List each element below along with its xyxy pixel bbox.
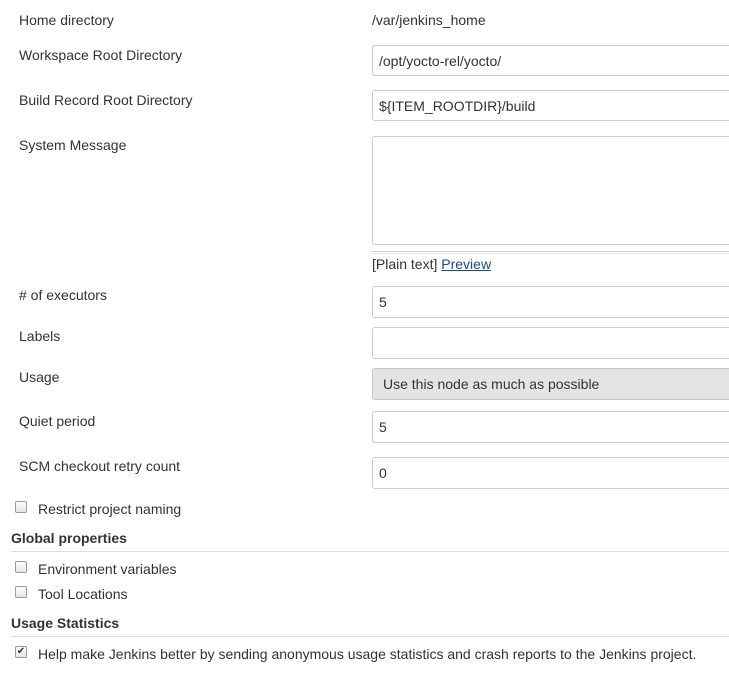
executors-input[interactable] — [372, 286, 729, 318]
environment-variables-label: Environment variables — [38, 561, 177, 577]
labels-label: Labels — [19, 328, 61, 344]
usage-statistics-checkbox[interactable]: ✔ — [15, 646, 27, 658]
build-record-root-label: Build Record Root Directory — [19, 92, 193, 108]
tool-locations-label: Tool Locations — [38, 586, 128, 602]
home-directory-value: /var/jenkins_home — [372, 12, 486, 28]
scm-retry-label: SCM checkout retry count — [19, 458, 181, 474]
workspace-root-label: Workspace Root Directory — [19, 47, 183, 63]
build-record-root-input[interactable] — [372, 90, 729, 121]
checkmark-icon: ✔ — [16, 646, 26, 657]
home-directory-label: Home directory — [19, 12, 114, 28]
workspace-root-input[interactable] — [372, 45, 729, 76]
environment-variables-checkbox[interactable] — [15, 561, 27, 573]
global-properties-divider — [11, 551, 729, 552]
usage-statistics-label: Help make Jenkins better by sending anon… — [38, 646, 697, 662]
system-message-label: System Message — [19, 137, 127, 153]
scm-retry-input[interactable] — [372, 457, 729, 489]
usage-selected-value: Use this node as much as possible — [383, 376, 600, 392]
quiet-period-label: Quiet period — [19, 413, 96, 429]
quiet-period-input[interactable] — [372, 411, 729, 443]
usage-label: Usage — [19, 369, 60, 385]
usage-select[interactable]: Use this node as much as possible — [372, 368, 729, 400]
labels-input[interactable] — [372, 327, 729, 359]
restrict-naming-label: Restrict project naming — [38, 501, 182, 517]
global-properties-heading: Global properties — [11, 530, 127, 546]
markup-format-line: [Plain text] Preview — [372, 256, 491, 272]
tool-locations-checkbox[interactable] — [15, 586, 27, 598]
usage-statistics-heading: Usage Statistics — [11, 615, 120, 631]
plain-text-format-label: [Plain text] — [372, 256, 438, 272]
system-message-textarea[interactable] — [372, 136, 729, 245]
preview-link[interactable]: Preview — [441, 256, 491, 272]
jenkins-configure-system-form: Home directory /var/jenkins_home Workspa… — [0, 0, 729, 673]
executors-label: # of executors — [19, 287, 107, 303]
restrict-naming-checkbox[interactable] — [15, 501, 27, 513]
usage-statistics-divider — [11, 636, 729, 637]
textarea-resize-divider — [372, 251, 729, 254]
